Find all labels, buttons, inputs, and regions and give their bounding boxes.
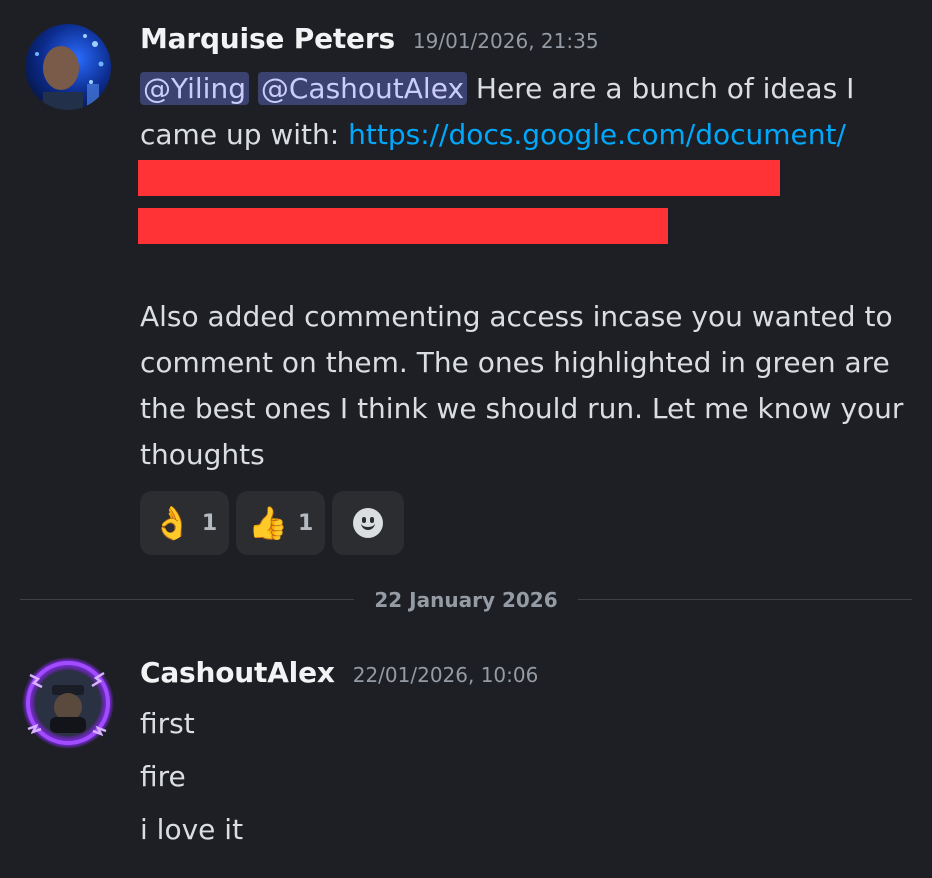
author-name[interactable]: CashoutAlex (140, 656, 335, 689)
message-line: i love it (140, 813, 244, 846)
thumbs-up-emoji-icon: 👍 (248, 504, 288, 542)
add-reaction-button[interactable] (332, 491, 405, 555)
message-marquise: Marquise Peters 19/01/2026, 21:35 @Yilin… (0, 0, 932, 570)
message-line: first (140, 707, 195, 740)
divider-line (577, 599, 913, 600)
avatar-image (22, 657, 114, 749)
ok-hand-emoji-icon: 👌 (152, 504, 192, 542)
reaction-count: 1 (298, 510, 314, 536)
reactions-bar: 👌 1 👍 1 (140, 491, 405, 555)
message-timestamp: 19/01/2026, 21:35 (412, 29, 599, 53)
mention-yiling[interactable]: @Yiling (140, 72, 249, 105)
message-header: CashoutAlex 22/01/2026, 10:06 (140, 656, 538, 689)
smiley-icon (353, 508, 384, 538)
chat-message-list: Marquise Peters 19/01/2026, 21:35 @Yilin… (0, 0, 932, 878)
avatar-image (25, 24, 111, 110)
avatar-cashoutalex[interactable] (20, 655, 116, 751)
message-lines: first fire i love it (140, 702, 243, 861)
redaction-bar (138, 160, 780, 196)
avatar-marquise[interactable] (25, 24, 111, 110)
reaction-thumbs-up[interactable]: 👍 1 (236, 491, 326, 555)
reaction-count: 1 (201, 510, 218, 536)
message-header: Marquise Peters 19/01/2026, 21:35 (140, 22, 599, 55)
message-paragraph: Also added commenting access incase you … (140, 300, 904, 471)
reaction-ok-hand[interactable]: 👌 1 (140, 491, 230, 555)
message-line: fire (140, 760, 186, 793)
date-divider: 22 January 2026 (20, 588, 913, 612)
message-content: @Yiling @CashoutAlex Here are a bunch of… (140, 66, 910, 158)
document-link[interactable]: https://docs.google.com/document/ (348, 118, 846, 151)
divider-line (20, 599, 355, 600)
message-timestamp: 22/01/2026, 10:06 (352, 663, 539, 687)
mention-cashoutalex[interactable]: @CashoutAlex (257, 72, 468, 105)
redaction-bar (138, 208, 668, 244)
date-divider-label: 22 January 2026 (374, 587, 558, 612)
author-name[interactable]: Marquise Peters (140, 22, 395, 55)
message-cashoutalex: CashoutAlex 22/01/2026, 10:06 first fire… (0, 640, 932, 878)
